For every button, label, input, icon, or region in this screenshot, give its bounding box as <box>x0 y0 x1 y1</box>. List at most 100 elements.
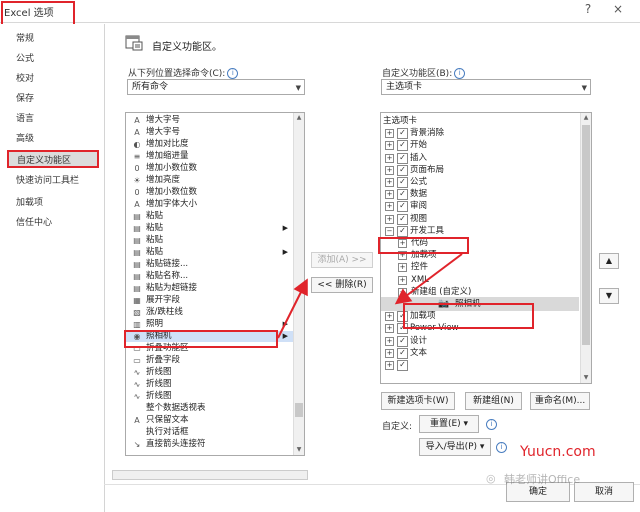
choose-commands-label-text: 从下列位置选择命令(C): <box>128 69 226 79</box>
command-label: 粘贴 <box>146 223 164 233</box>
expand-icon[interactable]: + <box>385 348 394 358</box>
info-icon: i <box>496 442 507 453</box>
scroll-thumb[interactable] <box>295 403 303 417</box>
cancel-button[interactable]: 取消 <box>574 482 634 502</box>
collapse-icon[interactable]: − <box>398 287 407 297</box>
command-list-item[interactable]: ∿ 折线图 <box>126 391 294 402</box>
submenu-arrow-icon: ▶ <box>282 332 288 340</box>
ribbon-tabs-value: 主选项卡 <box>386 82 423 92</box>
command-list-item[interactable]: ▤ 粘贴 <box>126 211 294 222</box>
horizontal-scrollbar[interactable] <box>112 470 308 480</box>
command-list-item[interactable]: ▭ 折叠字段 <box>126 355 294 366</box>
expand-icon[interactable]: + <box>385 165 394 175</box>
command-list-item[interactable]: 整个数据透视表 <box>126 403 294 414</box>
ribbon-tree-scrollbar[interactable]: ▲ ▼ <box>580 113 591 383</box>
chevron-down-icon: ▼ <box>581 84 587 92</box>
expand-icon[interactable]: + <box>385 129 394 139</box>
command-icon: ▧ <box>133 308 141 317</box>
command-list-item[interactable]: 0 增加小数位数 <box>126 187 294 198</box>
expand-icon[interactable]: + <box>385 202 394 212</box>
expand-icon[interactable]: + <box>398 263 407 273</box>
remove-button[interactable]: << 删除(R) <box>311 277 373 293</box>
command-list-item[interactable]: 0 增加小数位数 <box>126 163 294 174</box>
command-label: 照明 <box>146 319 164 329</box>
expand-icon[interactable]: + <box>385 214 394 224</box>
ribbon-tabs-dropdown[interactable]: 主选项卡 ▼ <box>381 79 591 95</box>
command-list-item[interactable]: ∿ 折线图 <box>126 367 294 378</box>
reset-button[interactable]: 重置(E) ▾ <box>419 415 479 433</box>
command-list-item[interactable]: ◐ 增加对比度 <box>126 139 294 150</box>
customize-ribbon-label: 自定义功能区(B): i <box>382 66 466 79</box>
commands-source-dropdown[interactable]: 所有命令 ▼ <box>127 79 305 95</box>
command-list-item[interactable]: ▧ 涨/跌柱线 <box>126 307 294 318</box>
sidebar-item-quick-access[interactable]: 快速访问工具栏 <box>8 172 98 190</box>
command-list-item[interactable]: ▤ 粘贴链接... <box>126 259 294 270</box>
expand-icon[interactable]: + <box>385 153 394 163</box>
command-list-item[interactable]: A 增大字号 <box>126 127 294 138</box>
scroll-down-icon[interactable]: ▼ <box>581 373 591 383</box>
command-list-item[interactable]: ☀ 增加亮度 <box>126 175 294 186</box>
command-list-item[interactable]: ∿ 折线图 <box>126 379 294 390</box>
expand-icon[interactable]: + <box>385 141 394 151</box>
expand-icon[interactable]: + <box>385 190 394 200</box>
scroll-up-icon[interactable]: ▲ <box>581 113 591 123</box>
info-icon: i <box>227 68 239 79</box>
command-list-item[interactable]: A 增大字号 <box>126 115 294 126</box>
sidebar-item-language[interactable]: 语言 <box>8 110 98 128</box>
scroll-thumb[interactable] <box>582 125 590 345</box>
commands-list-scrollbar[interactable]: ▲ ▼ <box>293 113 304 455</box>
command-list-item[interactable]: ▤ 粘贴 ▶ <box>126 247 294 258</box>
ribbon-tree-item[interactable]: + ✓ <box>381 358 579 372</box>
command-label: 粘贴为超链接 <box>146 283 198 293</box>
command-list-item[interactable]: ▤ 粘贴名称... <box>126 271 294 282</box>
command-list-item[interactable]: ▥ 照明 ▶ <box>126 319 294 330</box>
expand-icon[interactable]: + <box>385 336 394 346</box>
command-list-item[interactable]: ↘ 直接箭头连接符 <box>126 439 294 450</box>
command-label: 执行对话框 <box>146 427 189 437</box>
tab-checkbox[interactable]: ✓ <box>397 360 408 371</box>
command-label: 折线图 <box>146 379 172 389</box>
sidebar-item-proofing[interactable]: 校对 <box>8 70 98 88</box>
import-export-button[interactable]: 导入/导出(P) ▾ <box>419 438 491 456</box>
command-label: 涨/跌柱线 <box>146 307 183 317</box>
sidebar-item-customize-ribbon[interactable]: 自定义功能区 <box>7 150 99 168</box>
scroll-up-icon[interactable]: ▲ <box>294 113 304 123</box>
command-label: 折叠字段 <box>146 355 181 365</box>
command-list-item[interactable]: ≡ 增加缩进量 <box>126 151 294 162</box>
collapse-icon[interactable]: − <box>385 226 394 236</box>
move-up-button[interactable]: ▲ <box>599 253 619 269</box>
command-icon: ∿ <box>133 380 141 389</box>
expand-icon[interactable]: + <box>385 361 394 370</box>
new-group-button[interactable]: 新建组(N) <box>465 392 522 410</box>
sidebar-item-trust-center[interactable]: 信任中心 <box>8 214 98 232</box>
command-list-item[interactable]: ▤ 粘贴为超链接 <box>126 283 294 294</box>
sidebar-item-advanced[interactable]: 高级 <box>8 130 98 148</box>
rename-button[interactable]: 重命名(M)... <box>530 392 590 410</box>
sidebar-item-save[interactable]: 保存 <box>8 90 98 108</box>
expand-icon[interactable]: + <box>385 312 394 322</box>
command-list-item[interactable]: A 只保留文本 <box>126 415 294 426</box>
sidebar-item-general[interactable]: 常规 <box>8 30 98 48</box>
help-button[interactable]: ? <box>574 0 602 20</box>
chevron-down-icon: ▼ <box>295 84 301 92</box>
commands-list[interactable]: A 增大字号 A 增大字号 ◐ 增加对比度 ≡ 增加缩进量 0 增加小数位数 ☀ 增加亮度 0 增加小数位… <box>125 112 305 456</box>
scroll-down-icon[interactable]: ▼ <box>294 445 304 455</box>
command-list-item[interactable]: 执行对话框 <box>126 427 294 438</box>
command-icon <box>132 404 142 413</box>
submenu-arrow-icon: ▶ <box>282 320 288 328</box>
sidebar-item-formulas[interactable]: 公式 <box>8 50 98 68</box>
expand-icon[interactable]: + <box>385 178 394 187</box>
expand-icon[interactable]: + <box>385 324 394 334</box>
choose-commands-label: 从下列位置选择命令(C): i <box>128 66 239 79</box>
command-list-item[interactable]: ▦ 展开字段 <box>126 295 294 306</box>
close-button[interactable]: × <box>604 0 632 20</box>
new-tab-button[interactable]: 新建选项卡(W) <box>381 392 455 410</box>
new-group-highlight <box>403 303 534 329</box>
command-list-item[interactable]: A 增加字体大小 <box>126 199 294 210</box>
expand-icon[interactable]: + <box>398 275 407 285</box>
command-list-item[interactable]: ▤ 粘贴 <box>126 235 294 246</box>
add-button[interactable]: 添加(A) >> <box>311 252 373 268</box>
command-list-item[interactable]: ▤ 粘贴 ▶ <box>126 223 294 234</box>
move-down-button[interactable]: ▼ <box>599 288 619 304</box>
sidebar-item-addins[interactable]: 加载项 <box>8 194 98 212</box>
